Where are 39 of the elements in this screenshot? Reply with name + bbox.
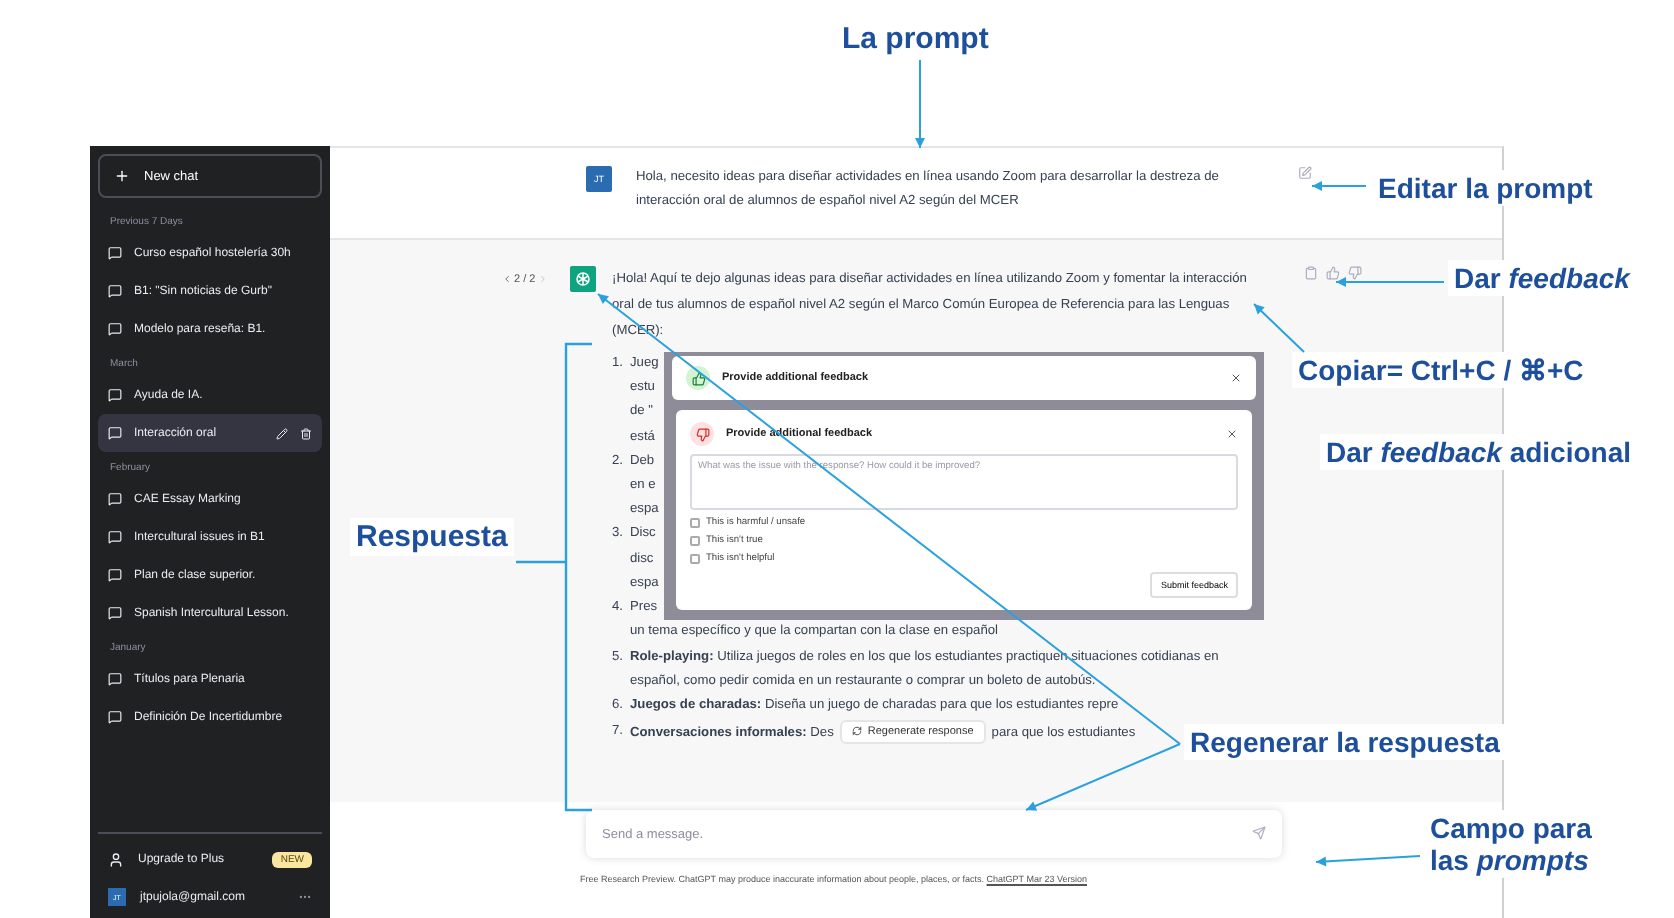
plus-icon (114, 168, 130, 184)
trash-icon[interactable] (300, 427, 312, 439)
annotation-arrow (1315, 855, 1421, 867)
chat-bubble-icon (108, 388, 122, 402)
send-icon[interactable] (1252, 826, 1266, 840)
thumbs-up-icon[interactable] (1326, 266, 1340, 280)
pencil-icon[interactable] (276, 427, 288, 439)
thumbs-down-icon[interactable] (1348, 266, 1362, 280)
annotation-label: Dar feedback (1448, 260, 1636, 297)
chat-bubble-icon (108, 672, 122, 686)
chat-bubble-icon (108, 530, 122, 544)
close-button[interactable] (1226, 428, 1238, 440)
chat-bubble-icon (108, 492, 122, 506)
user-icon (108, 851, 124, 867)
chat-bubble-icon (108, 426, 122, 440)
close-button[interactable] (1230, 372, 1242, 384)
copy-icon[interactable] (1304, 266, 1318, 280)
annotation-label: Regenerar la respuesta (1184, 724, 1506, 761)
chat-bubble-icon (108, 322, 122, 336)
chat-bubble-icon (108, 606, 122, 620)
refresh-icon (851, 726, 862, 737)
chat-bubble-icon (108, 710, 122, 724)
annotation-label: Respuesta (350, 518, 514, 557)
annotation-arrow (915, 59, 925, 149)
annotation-arrow (1335, 277, 1445, 287)
chat-bubble-icon (108, 246, 122, 260)
checkbox[interactable] (690, 554, 700, 564)
annotation-arrow (1253, 303, 1305, 353)
thumbs-down-icon (690, 422, 714, 446)
thumbs-up-icon (686, 366, 710, 390)
checkbox[interactable] (690, 518, 700, 528)
chat-bubble-icon (108, 284, 122, 298)
checkbox[interactable] (690, 536, 700, 546)
chevron-left-icon[interactable] (502, 274, 512, 284)
edit-icon[interactable] (1298, 166, 1312, 180)
annotation-arrow (1311, 181, 1367, 191)
more-icon[interactable] (298, 890, 312, 904)
chevron-right-icon[interactable] (537, 274, 548, 284)
chat-bubble-icon (108, 568, 122, 582)
